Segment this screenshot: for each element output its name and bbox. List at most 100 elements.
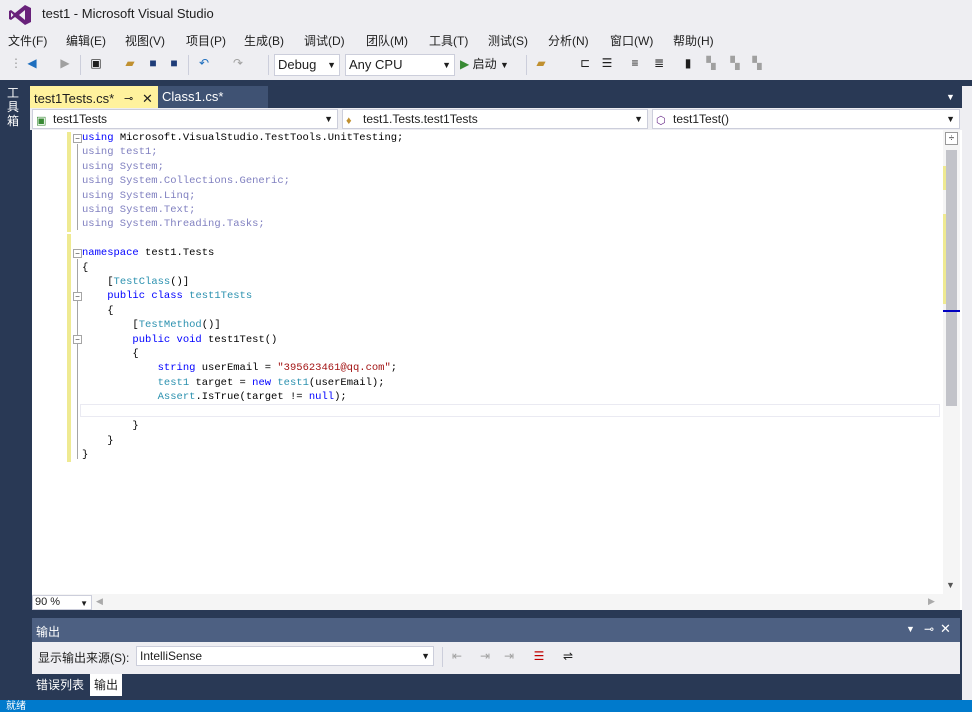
outline-collapse-icon[interactable]: − bbox=[73, 249, 82, 258]
outline-guide bbox=[77, 144, 78, 230]
code-token: using System.Threading.Tasks; bbox=[82, 218, 265, 231]
go-to-next-message-icon[interactable]: ⇥ bbox=[476, 646, 494, 666]
code-line[interactable]: using System.Linq; bbox=[82, 189, 403, 203]
open-folder-icon[interactable]: ▰ bbox=[120, 53, 140, 73]
menu-item-0[interactable]: 文件(F) bbox=[8, 32, 47, 49]
code-line[interactable]: [TestMethod()] bbox=[82, 318, 403, 332]
code-line[interactable] bbox=[82, 232, 403, 246]
menu-item-11[interactable]: 帮助(H) bbox=[673, 32, 714, 49]
new-project-icon[interactable]: ▣ bbox=[86, 53, 106, 73]
code-line[interactable]: public void test1Test() bbox=[82, 333, 403, 347]
tab-output[interactable]: 输出 bbox=[90, 674, 123, 696]
project-dropdown[interactable]: ▣ test1Tests ▼ bbox=[32, 109, 338, 129]
comment-icon[interactable]: ≡ bbox=[626, 53, 644, 73]
menu-item-7[interactable]: 工具(T) bbox=[429, 32, 468, 49]
code-line[interactable]: using Microsoft.VisualStudio.TestTools.U… bbox=[82, 131, 403, 145]
output-panel-title: 输出 bbox=[36, 625, 61, 639]
code-token: using System.Collections.Generic; bbox=[82, 175, 290, 188]
menu-item-8[interactable]: 测试(S) bbox=[488, 32, 528, 49]
code-line[interactable]: using System; bbox=[82, 160, 403, 174]
pin-icon[interactable]: ⊸ bbox=[124, 88, 133, 110]
clear-bookmarks-icon[interactable]: ▚ bbox=[748, 53, 766, 73]
code-line[interactable]: Assert.IsTrue(target != null); bbox=[82, 390, 403, 404]
go-to-prev-message-icon[interactable]: ⇤ bbox=[448, 646, 466, 666]
output-source-dropdown[interactable]: IntelliSense ▼ bbox=[136, 646, 434, 666]
code-line[interactable]: [TestClass()] bbox=[82, 275, 403, 289]
scroll-right-icon[interactable]: ▶ bbox=[928, 596, 935, 607]
code-line[interactable]: } bbox=[82, 434, 403, 448]
code-line[interactable]: } bbox=[82, 419, 403, 433]
code-line[interactable]: { bbox=[82, 347, 403, 361]
code-token: using System; bbox=[82, 160, 164, 173]
split-editor-icon[interactable]: ÷ bbox=[945, 132, 958, 145]
solution-configuration-dropdown[interactable]: Debug ▼ bbox=[274, 54, 340, 76]
tab-class1-cs[interactable]: Class1.cs* bbox=[158, 86, 268, 108]
find-message-icon[interactable]: ⇥ bbox=[500, 646, 518, 666]
output-panel-header: 输出 ▼ ⊸ ✕ bbox=[32, 618, 960, 642]
menu-item-2[interactable]: 视图(V) bbox=[125, 32, 165, 49]
code-token: .IsTrue(target != bbox=[195, 391, 309, 404]
solution-platform-dropdown[interactable]: Any CPU ▼ bbox=[345, 54, 455, 76]
tab-error-list[interactable]: 错误列表 bbox=[32, 674, 89, 696]
close-icon[interactable]: ✕ bbox=[142, 88, 153, 110]
code-line[interactable]: using System.Threading.Tasks; bbox=[82, 217, 403, 231]
indent-icon[interactable]: ☰ bbox=[598, 53, 616, 73]
bookmark-icon[interactable]: ▮ bbox=[680, 53, 696, 73]
undo-icon[interactable]: ↶ bbox=[194, 53, 214, 73]
tab-test1tests-cs[interactable]: test1Tests.cs* ⊸ ✕ bbox=[30, 86, 158, 108]
code-line[interactable]: namespace test1.Tests bbox=[82, 246, 403, 260]
code-line[interactable]: test1 target = new test1(userEmail); bbox=[82, 376, 403, 390]
start-debugging-button[interactable]: ▶ 启动 ▼ bbox=[460, 54, 522, 75]
code-line[interactable]: { bbox=[82, 304, 403, 318]
code-line[interactable]: string userEmail = "395623461@qq.com"; bbox=[82, 361, 403, 375]
menu-item-5[interactable]: 调试(D) bbox=[304, 32, 345, 49]
outline-collapse-icon[interactable]: − bbox=[73, 335, 82, 344]
word-wrap-icon[interactable]: ⇌ bbox=[558, 646, 578, 666]
scroll-down-icon[interactable]: ▼ bbox=[946, 580, 955, 590]
outline-collapse-icon[interactable]: − bbox=[73, 292, 82, 301]
code-line[interactable]: using System.Text; bbox=[82, 203, 403, 217]
code-line[interactable]: { bbox=[82, 261, 403, 275]
member-dropdown[interactable]: ⬡ test1Test() ▼ bbox=[652, 109, 960, 129]
current-line-highlight bbox=[80, 404, 940, 417]
menu-item-3[interactable]: 项目(P) bbox=[186, 32, 226, 49]
close-icon[interactable]: ✕ bbox=[940, 621, 951, 637]
menu-item-10[interactable]: 窗口(W) bbox=[610, 32, 653, 49]
save-icon[interactable]: ■ bbox=[144, 53, 162, 73]
horizontal-scrollbar[interactable]: ◀ ▶ bbox=[32, 594, 960, 610]
next-bookmark-icon[interactable]: ▚ bbox=[726, 53, 744, 73]
find-icon[interactable]: ▰ bbox=[530, 53, 552, 73]
outline-guide bbox=[77, 259, 78, 459]
code-token: using System.Text; bbox=[82, 204, 196, 217]
code-line[interactable]: using test1; bbox=[82, 145, 403, 159]
clear-all-icon[interactable]: ☰ bbox=[530, 646, 548, 666]
code-line[interactable]: public class test1Tests bbox=[82, 289, 403, 303]
zoom-level-dropdown[interactable]: 90 % ▼ bbox=[32, 595, 92, 610]
code-line[interactable]: using System.Collections.Generic; bbox=[82, 174, 403, 188]
menu-item-9[interactable]: 分析(N) bbox=[548, 32, 589, 49]
menu-item-4[interactable]: 生成(B) bbox=[244, 32, 284, 49]
pin-icon[interactable]: ⊸ bbox=[924, 622, 934, 636]
outline-collapse-icon[interactable]: − bbox=[73, 134, 82, 143]
scrollbar-thumb[interactable] bbox=[946, 150, 957, 406]
code-token: using System.Linq; bbox=[82, 189, 196, 202]
back-arrow-icon[interactable]: ◀ bbox=[22, 53, 42, 73]
toolbox-side-tab[interactable]: 工具箱 bbox=[0, 80, 30, 700]
redo-icon[interactable]: ↷ bbox=[228, 53, 248, 73]
menu-item-6[interactable]: 团队(M) bbox=[366, 32, 408, 49]
play-icon: ▶ bbox=[460, 57, 470, 71]
forward-arrow-icon[interactable]: ▶ bbox=[56, 53, 74, 73]
code-line[interactable]: } bbox=[82, 448, 403, 462]
save-all-icon[interactable]: ■ bbox=[164, 53, 184, 73]
uncomment-icon[interactable]: ≣ bbox=[650, 53, 668, 73]
scroll-left-icon[interactable]: ◀ bbox=[96, 596, 103, 607]
step-icon[interactable]: ⊏ bbox=[576, 53, 594, 73]
prev-bookmark-icon[interactable]: ▚ bbox=[702, 53, 720, 73]
type-dropdown[interactable]: ♦ test1.Tests.test1Tests ▼ bbox=[342, 109, 648, 129]
menu-item-1[interactable]: 编辑(E) bbox=[66, 32, 106, 49]
chevron-down-icon[interactable]: ▼ bbox=[906, 624, 915, 634]
tab-overflow-dropdown-icon[interactable]: ▼ bbox=[946, 86, 962, 108]
